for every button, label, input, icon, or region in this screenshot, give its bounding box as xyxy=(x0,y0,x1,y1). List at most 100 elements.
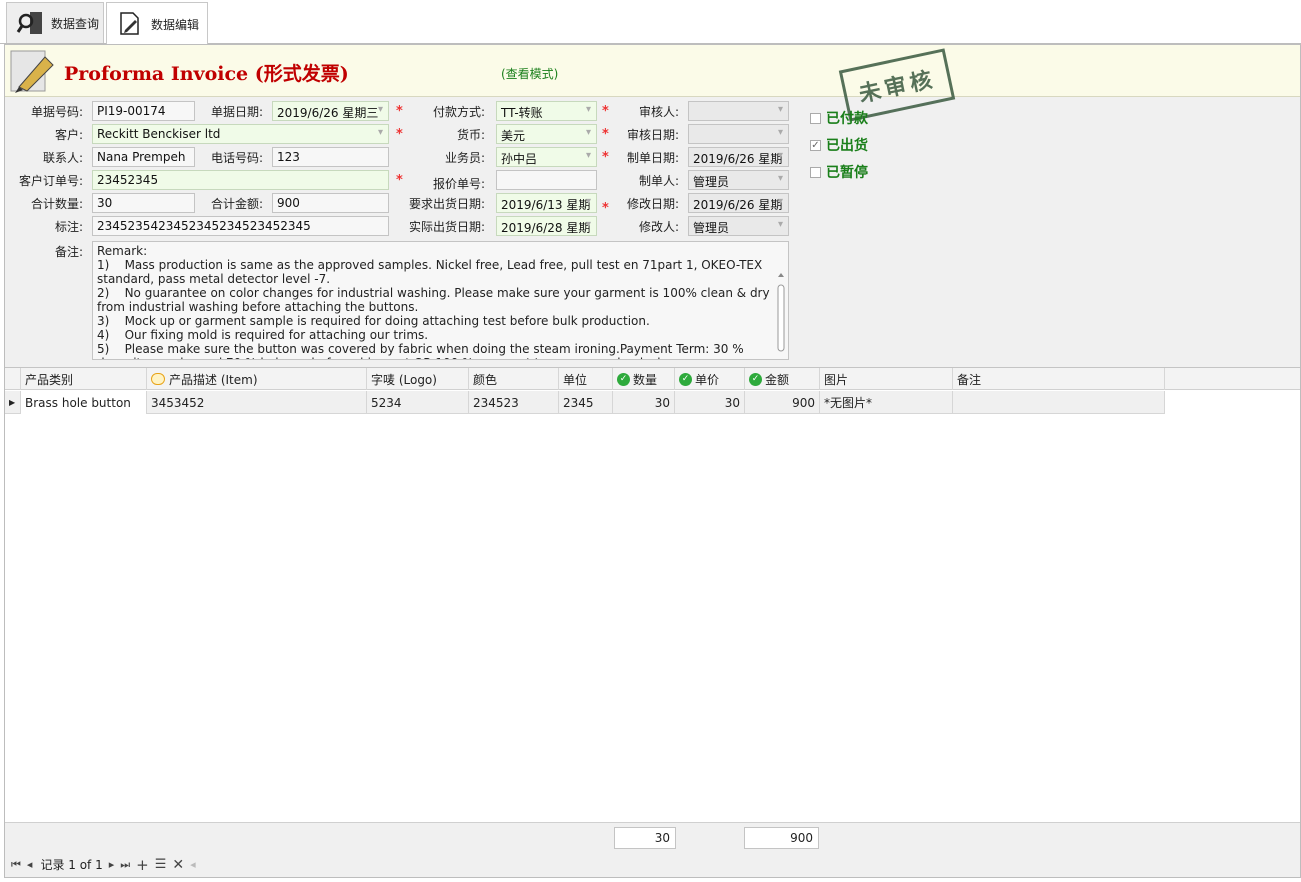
modifier-field[interactable]: 管理员 xyxy=(688,216,789,236)
cell-description[interactable]: 3453452 xyxy=(147,391,367,414)
items-grid: 产品类别 产品描述 (Item) 字唛 (Logo) 颜色 单位 ✓ 数量 ✓ 单价… xyxy=(5,367,1300,822)
cell-logo[interactable]: 5234 xyxy=(367,391,469,414)
edit-document-icon xyxy=(115,9,145,39)
customer-field[interactable]: Reckitt Benckiser ltd xyxy=(92,124,389,144)
first-record-icon[interactable]: ⏮ xyxy=(11,858,21,872)
main-panel: Proforma Invoice (形式发票) (查看模式) 未审核 单据号码:… xyxy=(4,44,1301,878)
cell-amount[interactable]: 900 xyxy=(745,391,820,414)
delete-record-icon[interactable]: ✕ xyxy=(172,857,184,873)
col-description-label: 产品描述 (Item) xyxy=(169,372,258,387)
remark-text: Remark: 1) Mass production is same as th… xyxy=(97,244,770,359)
sum-qty: 30 xyxy=(614,827,676,849)
record-position: 记录 1 of 1 xyxy=(40,858,103,872)
create-date-label: 制单日期: xyxy=(626,151,679,165)
pay-method-label: 付款方式: xyxy=(432,105,485,119)
tab-data-edit-label: 数据编辑 xyxy=(151,17,200,32)
col-description[interactable]: 产品描述 (Item) xyxy=(147,368,367,390)
remark-textarea[interactable]: Remark: 1) Mass production is same as th… xyxy=(92,241,789,360)
table-row[interactable]: ▶ Brass hole button 3453452 5234 234523 … xyxy=(5,391,1165,414)
check-circle-icon: ✓ xyxy=(749,372,762,386)
col-note[interactable]: 备注 xyxy=(953,368,1165,390)
act-ship-field[interactable]: 2019/6/28 星期 xyxy=(496,216,597,236)
cell-qty[interactable]: 30 xyxy=(613,391,675,414)
shipped-checkbox[interactable]: ✓ 已出货 xyxy=(810,135,868,155)
col-category[interactable]: 产品类别 xyxy=(21,368,147,390)
auditor-field[interactable] xyxy=(688,101,789,121)
remark-label: 备注: xyxy=(54,245,83,259)
shipped-checkbox-box: ✓ xyxy=(810,139,821,151)
auditor-label: 审核人: xyxy=(638,105,679,119)
contact-label: 联系人: xyxy=(42,151,83,165)
col-image[interactable]: 图片 xyxy=(820,368,953,390)
phone-label: 电话号码: xyxy=(210,151,263,165)
audit-date-field[interactable] xyxy=(688,124,789,144)
paid-checkbox[interactable]: 已付款 xyxy=(810,108,868,128)
add-record-icon[interactable]: + xyxy=(136,856,149,874)
scroll-left-icon[interactable]: ◂ xyxy=(190,858,196,871)
cell-category[interactable]: Brass hole button xyxy=(21,391,147,414)
next-record-icon[interactable]: ▸ xyxy=(109,858,115,871)
modify-date-field[interactable]: 2019/6/26 星期 xyxy=(688,193,789,213)
modify-date-label: 修改日期: xyxy=(626,197,679,211)
total-amount-label: 合计金额: xyxy=(210,197,263,211)
paid-checkbox-box xyxy=(810,112,821,124)
cell-unit[interactable]: 2345 xyxy=(559,391,613,414)
salesman-field[interactable]: 孙中吕 xyxy=(496,147,597,167)
doc-no-field[interactable]: PI19-00174 xyxy=(92,101,195,121)
req-ship-field[interactable]: 2019/6/13 星期 xyxy=(496,193,597,213)
currency-field[interactable]: 美元 xyxy=(496,124,597,144)
contact-field[interactable]: Nana Prempeh xyxy=(92,147,195,167)
total-amount-field[interactable]: 900 xyxy=(272,193,389,213)
tab-data-query-label: 数据查询 xyxy=(51,16,100,31)
cell-image[interactable]: *无图片* xyxy=(820,391,953,414)
col-unit[interactable]: 单位 xyxy=(559,368,613,390)
grid-footer: 30 900 xyxy=(5,822,1300,852)
shipped-label: 已出货 xyxy=(826,138,868,154)
mark-field[interactable]: 2345235423452345234523452345 xyxy=(92,216,389,236)
customer-label: 客户: xyxy=(54,128,83,142)
grid-header: 产品类别 产品描述 (Item) 字唛 (Logo) 颜色 单位 ✓ 数量 ✓ 单价… xyxy=(5,368,1300,390)
cell-note[interactable] xyxy=(953,391,1165,414)
suspended-checkbox[interactable]: 已暂停 xyxy=(810,162,868,182)
col-price-label: 单价 xyxy=(695,372,720,387)
form-header: Proforma Invoice (形式发票) (查看模式) xyxy=(5,45,1300,97)
quote-no-field[interactable] xyxy=(496,170,597,190)
doc-date-field[interactable]: 2019/6/26 星期三 xyxy=(272,101,389,121)
sum-amount: 900 xyxy=(744,827,819,849)
edit-record-icon[interactable]: ☰ xyxy=(155,857,167,872)
required-mark: * xyxy=(602,150,609,165)
salesman-label: 业务员: xyxy=(444,151,485,165)
total-qty-field[interactable]: 30 xyxy=(92,193,195,213)
col-qty-label: 数量 xyxy=(633,372,658,387)
pay-method-field[interactable]: TT-转账 xyxy=(496,101,597,121)
prev-record-icon[interactable]: ◂ xyxy=(27,858,33,871)
col-qty[interactable]: ✓ 数量 xyxy=(613,368,675,390)
phone-field[interactable]: 123 xyxy=(272,147,389,167)
suspended-label: 已暂停 xyxy=(826,165,868,181)
quote-no-label: 报价单号: xyxy=(432,177,485,191)
cell-price[interactable]: 30 xyxy=(675,391,745,414)
record-navigator: ⏮ ◂ 记录 1 of 1 ▸ ⏭ + ☰ ✕ ◂ xyxy=(5,852,1300,877)
tab-data-edit[interactable]: 数据编辑 xyxy=(106,2,208,45)
cell-color[interactable]: 234523 xyxy=(469,391,559,414)
col-price[interactable]: ✓ 单价 xyxy=(675,368,745,390)
create-date-field[interactable]: 2019/6/26 星期 xyxy=(688,147,789,167)
req-ship-label: 要求出货日期: xyxy=(408,197,485,211)
invoice-form: 单据号码: PI19-00174 单据日期: 2019/6/26 星期三 * 付… xyxy=(5,98,1300,363)
remark-scrollbar[interactable] xyxy=(775,243,787,358)
required-mark: * xyxy=(396,127,403,142)
comment-icon xyxy=(151,373,165,385)
check-circle-icon: ✓ xyxy=(679,372,692,386)
tab-data-query[interactable]: 数据查询 xyxy=(6,2,104,43)
required-mark: * xyxy=(602,127,609,142)
required-mark: * xyxy=(602,201,609,216)
view-mode-label: (查看模式) xyxy=(501,67,559,81)
col-color[interactable]: 颜色 xyxy=(469,368,559,390)
col-logo[interactable]: 字唛 (Logo) xyxy=(367,368,469,390)
suspended-checkbox-box xyxy=(810,166,821,178)
cust-order-field[interactable]: 23452345 xyxy=(92,170,389,190)
col-amount[interactable]: ✓ 金额 xyxy=(745,368,820,390)
last-record-icon[interactable]: ⏭ xyxy=(120,858,130,872)
creator-field[interactable]: 管理员 xyxy=(688,170,789,190)
modifier-label: 修改人: xyxy=(638,220,679,234)
